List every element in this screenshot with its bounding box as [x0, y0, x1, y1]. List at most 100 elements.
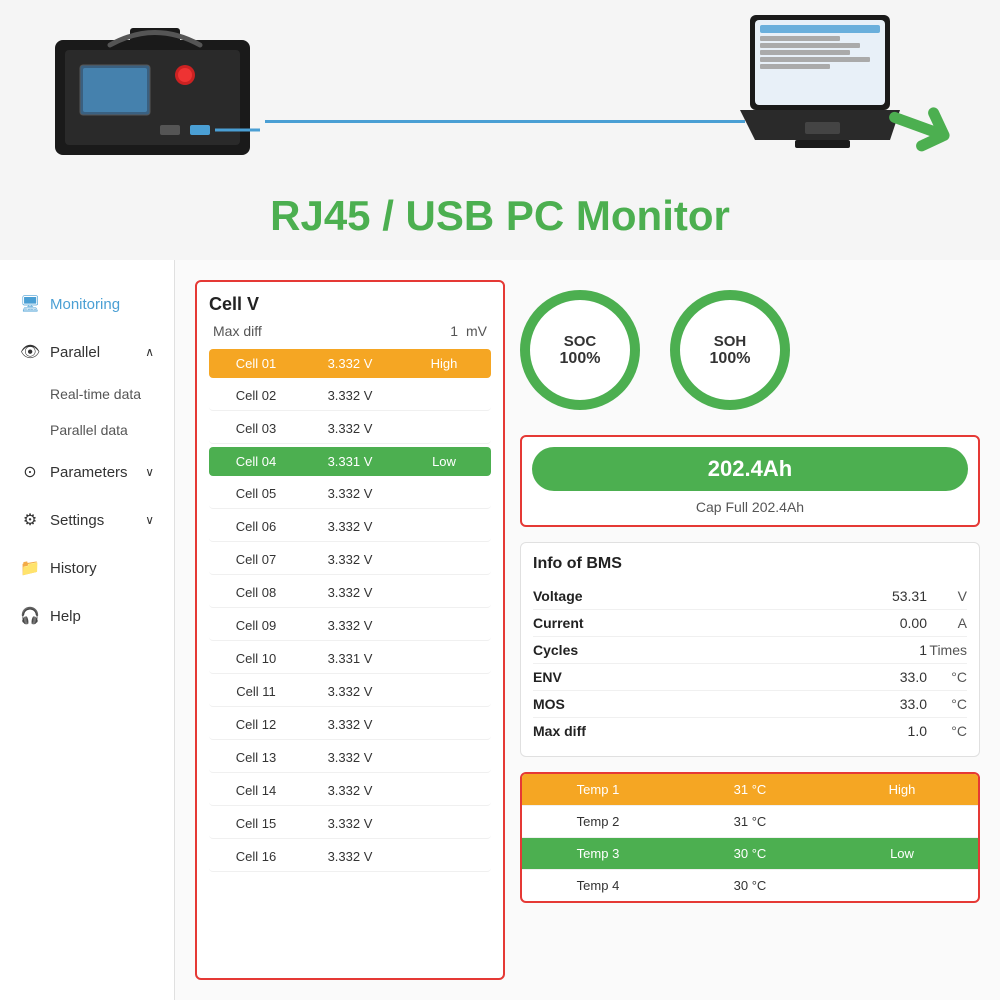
sidebar-item-settings[interactable]: ⚙ Settings ∨: [0, 496, 174, 544]
sidebar-item-parameters[interactable]: ⊙ Parameters ∨: [0, 448, 174, 496]
cell-voltage: 3.332 V: [303, 611, 397, 640]
bms-row-unit: °C: [927, 669, 967, 685]
cell-name: Cell 06: [209, 512, 303, 541]
bms-row-unit: °C: [927, 723, 967, 739]
temp-value: 30 °C: [674, 838, 826, 869]
temp-name: Temp 1: [522, 774, 674, 805]
chevron-down-settings-icon: ∨: [145, 513, 154, 527]
cell-name: Cell 01: [209, 349, 303, 378]
capacity-panel: 202.4Ah Cap Full 202.4Ah: [520, 435, 980, 527]
cell-voltage: 3.332 V: [303, 578, 397, 607]
bms-row-value: 1: [877, 642, 927, 658]
sidebar-item-monitoring[interactable]: 🖥 Monitoring: [0, 280, 174, 328]
cell-row: Cell 093.332 V: [209, 611, 491, 641]
bms-row-value: 1.0: [877, 723, 927, 739]
cell-name: Cell 16: [209, 842, 303, 871]
cell-voltage: 3.332 V: [303, 381, 397, 410]
cell-row: Cell 073.332 V: [209, 545, 491, 575]
sidebar-item-parallel[interactable]: 👁 Parallel ∧: [0, 328, 174, 376]
temp-row: Temp 330 °CLow: [522, 838, 978, 870]
sidebar: 🖥 Monitoring 👁 Parallel ∧ Real-time data…: [0, 260, 175, 1000]
cell-name: Cell 08: [209, 578, 303, 607]
bms-row-label: Current: [533, 615, 877, 631]
cell-row: Cell 143.332 V: [209, 776, 491, 806]
sidebar-item-realtime[interactable]: Real-time data: [20, 376, 174, 412]
cell-name: Cell 15: [209, 809, 303, 838]
temp-status: High: [826, 774, 978, 805]
sidebar-sub-parallel: Real-time data Parallel data: [0, 376, 174, 448]
bms-row: Current0.00A: [533, 610, 967, 637]
cell-rows-container: Cell 013.332 VHighCell 023.332 VCell 033…: [209, 349, 491, 872]
bms-row-label: Max diff: [533, 723, 877, 739]
cell-voltage: 3.332 V: [303, 809, 397, 838]
temp-row: Temp 430 °C: [522, 870, 978, 901]
cell-name: Cell 03: [209, 414, 303, 443]
cell-name: Cell 11: [209, 677, 303, 706]
sidebar-label-history: History: [50, 560, 97, 577]
cell-voltage: 3.332 V: [303, 479, 397, 508]
main-title: RJ45 / USB PC Monitor: [270, 192, 730, 240]
main-panel: Cell V Max diff 1 mV Cell 013.332 VHighC…: [175, 260, 1000, 1000]
cell-voltage: 3.332 V: [303, 776, 397, 805]
bms-row: Cycles1Times: [533, 637, 967, 664]
temp-row: Temp 131 °CHigh: [522, 774, 978, 806]
bms-row: MOS33.0°C: [533, 691, 967, 718]
cell-panel-title: Cell V: [209, 294, 491, 315]
gear-icon: ⚙: [20, 510, 40, 530]
sidebar-item-paralleldata[interactable]: Parallel data: [20, 412, 174, 448]
parameters-icon: ⊙: [20, 462, 40, 482]
sidebar-label-settings: Settings: [50, 512, 104, 529]
cell-voltage: 3.332 V: [303, 842, 397, 871]
cell-status: High: [397, 349, 491, 378]
soc-gauge: SOC 100%: [520, 290, 640, 410]
bms-rows-container: Voltage53.31VCurrent0.00ACycles1TimesENV…: [533, 583, 967, 744]
cell-maxdiff-row: Max diff 1 mV: [209, 323, 491, 339]
headset-icon: 🎧: [20, 606, 40, 626]
right-panel: SOC 100% SOH 100% 202.4Ah Cap Full 202.4…: [520, 280, 980, 980]
bms-row: Voltage53.31V: [533, 583, 967, 610]
cell-status: [397, 776, 491, 805]
bms-row-value: 33.0: [877, 696, 927, 712]
cell-maxdiff-value: 1: [450, 323, 458, 339]
cell-row: Cell 033.332 V: [209, 414, 491, 444]
cell-maxdiff-unit: mV: [466, 323, 487, 339]
temp-row: Temp 231 °C: [522, 806, 978, 838]
bms-row: ENV33.0°C: [533, 664, 967, 691]
cell-voltage: 3.332 V: [303, 512, 397, 541]
cell-row: Cell 163.332 V: [209, 842, 491, 872]
temp-value: 31 °C: [674, 806, 826, 837]
temp-rows-container: Temp 131 °CHighTemp 231 °CTemp 330 °CLow…: [522, 774, 978, 901]
sidebar-label-parallel: Parallel: [50, 344, 100, 361]
sidebar-item-help[interactable]: 🎧 Help: [0, 592, 174, 640]
monitor-icon: 🖥: [20, 294, 40, 314]
gauge-row: SOC 100% SOH 100%: [520, 280, 980, 420]
sidebar-label-monitoring: Monitoring: [50, 296, 120, 313]
cell-status: [397, 512, 491, 541]
sidebar-item-history[interactable]: 📁 History: [0, 544, 174, 592]
cell-status: [397, 578, 491, 607]
sidebar-label-help: Help: [50, 608, 81, 625]
cell-name: Cell 07: [209, 545, 303, 574]
cell-status: [397, 545, 491, 574]
bms-title: Info of BMS: [533, 555, 967, 573]
cell-status: [397, 381, 491, 410]
cell-row: Cell 083.332 V: [209, 578, 491, 608]
cell-status: Low: [397, 447, 491, 476]
bms-row-value: 33.0: [877, 669, 927, 685]
temp-name: Temp 2: [522, 806, 674, 837]
sidebar-label-parameters: Parameters: [50, 464, 128, 481]
cell-row: Cell 153.332 V: [209, 809, 491, 839]
temp-status: [826, 806, 978, 837]
temp-value: 30 °C: [674, 870, 826, 901]
soc-label: SOC: [564, 333, 597, 350]
temp-value: 31 °C: [674, 774, 826, 805]
bms-row-label: Voltage: [533, 588, 877, 604]
temp-name: Temp 4: [522, 870, 674, 901]
bms-row-label: Cycles: [533, 642, 877, 658]
cell-status: [397, 479, 491, 508]
bms-row-unit: V: [927, 588, 967, 604]
cell-name: Cell 05: [209, 479, 303, 508]
cell-name: Cell 13: [209, 743, 303, 772]
content-area: 🖥 Monitoring 👁 Parallel ∧ Real-time data…: [0, 260, 1000, 1000]
bms-row-unit: A: [927, 615, 967, 631]
